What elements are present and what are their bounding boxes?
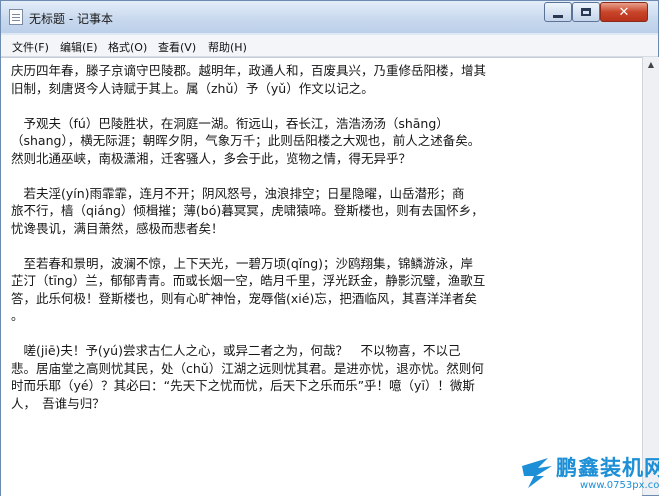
minimize-button[interactable] [544, 2, 572, 22]
title-bar[interactable]: 无标题 - 记事本 ✕ [1, 1, 658, 33]
document-text[interactable]: 庆历四年春，滕子京谪守巴陵郡。越明年，政通人和，百废具兴，乃重修岳阳楼，增其 旧… [11, 62, 631, 412]
watermark: 鹏鑫装机网 www.0753px.com [520, 450, 659, 496]
window-title: 无标题 - 记事本 [29, 12, 113, 26]
minimize-icon [553, 14, 563, 18]
scroll-up-icon[interactable]: ▲ [643, 57, 659, 73]
menu-bar: 文件(F) 编辑(E) 格式(O) 查看(V) 帮助(H) [1, 35, 658, 57]
text-editor[interactable]: 庆历四年春，滕子京谪守巴陵郡。越明年，政通人和，百废具兴，乃重修岳阳楼，增其 旧… [1, 57, 642, 496]
menu-format[interactable]: 格式(O) [108, 39, 147, 55]
menu-edit[interactable]: 编辑(E) [60, 39, 98, 55]
menu-view[interactable]: 查看(V) [158, 39, 196, 55]
maximize-button[interactable] [572, 2, 600, 22]
close-button[interactable]: ✕ [600, 2, 648, 22]
notepad-icon [9, 9, 23, 25]
menu-file[interactable]: 文件(F) [12, 39, 49, 55]
watermark-name: 鹏鑫装机网 [556, 456, 659, 480]
menu-help[interactable]: 帮助(H) [208, 39, 247, 55]
notepad-window: 无标题 - 记事本 ✕ 文件(F) 编辑(E) 格式(O) 查看(V) 帮助(H… [0, 0, 659, 496]
maximize-icon [581, 8, 591, 16]
close-icon: ✕ [618, 4, 630, 20]
watermark-logo-icon [522, 458, 552, 488]
vertical-scrollbar[interactable]: ▲ [642, 57, 659, 495]
watermark-url: www.0753px.com [580, 480, 659, 491]
